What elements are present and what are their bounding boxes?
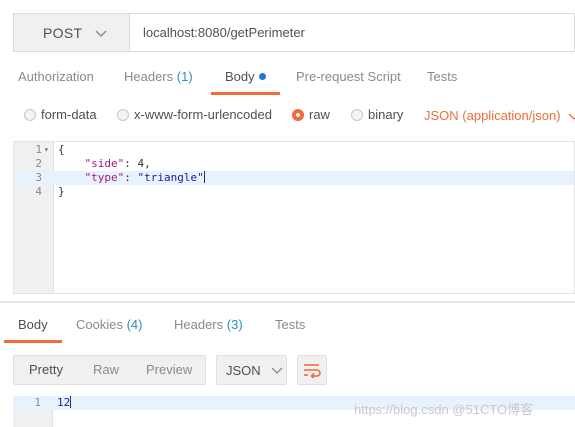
tab-label: Pre-request Script (296, 69, 401, 84)
panel-divider[interactable] (0, 301, 575, 303)
url-input[interactable]: localhost:8080/getPerimeter (130, 14, 574, 51)
radio-label: x-www-form-urlencoded (134, 107, 272, 122)
body-type-options: form-data x-www-form-urlencoded raw bina… (0, 100, 575, 130)
body-modified-dot (258, 73, 266, 80)
radio-label: binary (368, 107, 404, 122)
view-mode-group: Pretty Raw Preview (13, 355, 206, 385)
radio-binary[interactable]: binary (351, 107, 403, 122)
tab-label: Tests (275, 317, 306, 332)
radio-form-data[interactable]: form-data (24, 107, 97, 122)
request-tabs: Authorization Headers (1) Body Pre-reque… (0, 62, 575, 95)
code-line: 4 } (14, 185, 574, 199)
response-tab-body[interactable]: Body (4, 310, 62, 343)
content-type-label: JSON (application/json) (424, 108, 561, 123)
radio-label: raw (309, 107, 330, 122)
tab-label: Tests (427, 69, 458, 84)
tab-label: Headers (174, 317, 224, 332)
chevron-down-icon (568, 113, 575, 120)
headers-count: (1) (176, 69, 193, 84)
brace-close: } (58, 185, 65, 198)
code-line: 1 ▾ { (14, 143, 574, 157)
method-label: POST (43, 24, 83, 41)
format-label: JSON (226, 362, 261, 378)
format-dropdown[interactable]: JSON (216, 355, 287, 385)
response-tab-tests[interactable]: Tests (275, 310, 305, 343)
line-number: 3 (35, 171, 42, 184)
json-string: "triangle" (137, 171, 204, 184)
fold-arrow-icon[interactable]: ▾ (44, 143, 49, 157)
response-tabs: Body Cookies (4) Headers (3) Tests (0, 310, 575, 343)
content-type-dropdown[interactable]: JSON (application/json) (424, 108, 575, 123)
tab-tests[interactable]: Tests (427, 62, 457, 95)
method-dropdown[interactable]: POST (14, 14, 130, 51)
line-number: 4 (35, 185, 42, 198)
radio-circle (351, 108, 363, 121)
code-line-active: 3 "type": "triangle" (14, 171, 574, 185)
view-preview-button[interactable]: Preview (146, 356, 192, 384)
comma: , (144, 157, 151, 170)
request-body-editor[interactable]: 1 ▾ { 2 "side": 4, 3 "type": "triangle" … (13, 141, 575, 294)
text-caret (203, 171, 205, 183)
response-value: 12 (57, 396, 72, 410)
radio-circle (117, 108, 129, 121)
headers-count: (3) (226, 317, 243, 332)
tab-label: Body (18, 317, 48, 332)
colon: : (124, 171, 138, 184)
request-bar: POST localhost:8080/getPerimeter (13, 13, 575, 52)
tab-label: Body (225, 69, 255, 84)
tab-pre-request-script[interactable]: Pre-request Script (296, 62, 401, 95)
line-number: 2 (35, 157, 42, 170)
response-number: 12 (57, 396, 71, 409)
radio-raw[interactable]: raw (292, 107, 330, 122)
json-key: "side" (84, 157, 125, 170)
view-raw-button[interactable]: Raw (93, 356, 119, 384)
cookies-count: (4) (126, 317, 143, 332)
wrap-lines-button[interactable] (297, 355, 327, 385)
line-number: 1 (35, 143, 42, 156)
chevron-down-icon (95, 30, 107, 37)
radio-circle-selected (292, 108, 304, 121)
code-text: { (58, 143, 65, 157)
response-tab-cookies[interactable]: Cookies (4) (76, 310, 142, 343)
colon: : (124, 157, 138, 170)
code-text: "type": "triangle" (58, 171, 205, 185)
radio-label: form-data (41, 107, 97, 122)
chevron-down-icon (271, 367, 283, 374)
text-caret (70, 396, 72, 408)
code-line: 2 "side": 4, (14, 157, 574, 171)
code-text: } (58, 185, 65, 199)
tab-headers[interactable]: Headers (1) (124, 62, 193, 95)
radio-urlencoded[interactable]: x-www-form-urlencoded (117, 107, 272, 122)
tab-body[interactable]: Body (211, 62, 280, 95)
view-pretty-button[interactable]: Pretty (29, 356, 63, 384)
url-text: localhost:8080/getPerimeter (143, 25, 305, 40)
tab-authorization[interactable]: Authorization (18, 62, 94, 95)
radio-circle (24, 108, 36, 121)
tab-label: Cookies (76, 317, 123, 332)
wrap-lines-icon (304, 364, 321, 378)
response-tab-headers[interactable]: Headers (3) (174, 310, 243, 343)
tab-label: Headers (124, 69, 174, 84)
brace-open: { (58, 143, 65, 156)
tab-label: Authorization (18, 69, 94, 84)
code-text: "side": 4, (58, 157, 151, 171)
json-key: "type" (84, 171, 125, 184)
watermark: https://blog.csdn @51CTO博客 (354, 402, 534, 417)
line-number: 1 (34, 396, 41, 409)
